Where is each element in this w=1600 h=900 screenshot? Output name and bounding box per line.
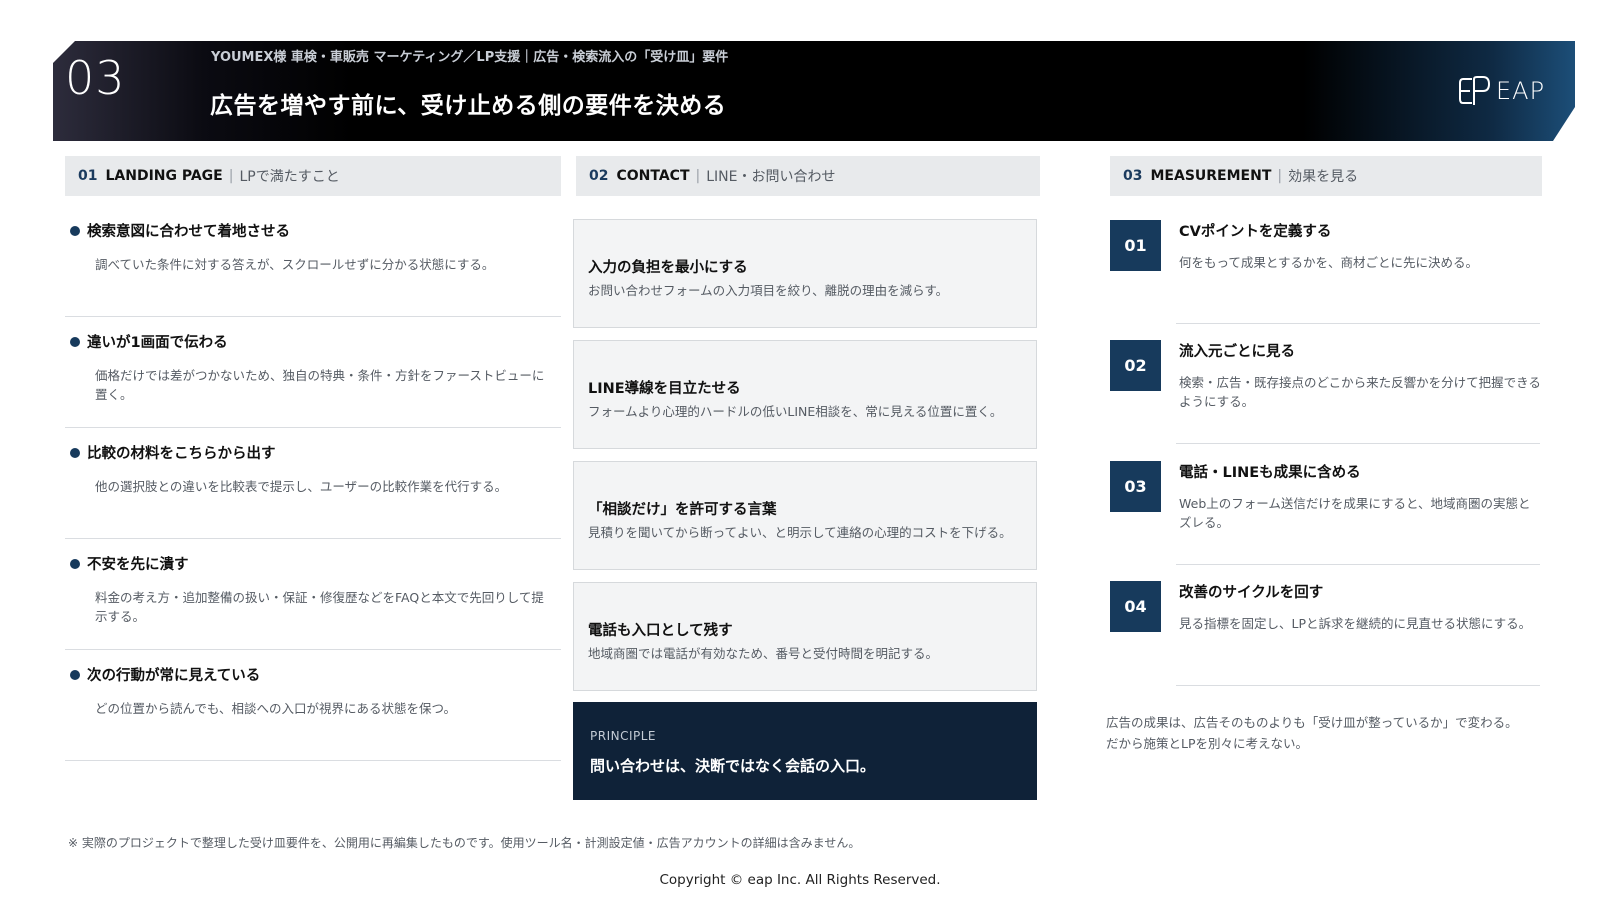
divider — [1176, 443, 1540, 444]
item-description: 見る指標を固定し、LPと訴求を継続的に見直せる状態にする。 — [1179, 616, 1532, 631]
column-separator: | — [228, 168, 234, 184]
item-title: 比較の材料をこちらから出す — [87, 446, 276, 462]
item-description: どの位置から読んでも、相談への入口が視界にある状態を保つ。 — [95, 701, 457, 716]
card-title: 電話も入口として残す — [588, 623, 733, 639]
item-description: 価格だけでは差がつかないため、独自の特典・条件・方針をファーストビューに置く。 — [95, 368, 545, 402]
column-name: LANDING PAGE — [105, 168, 223, 184]
card-title: 「相談だけ」を許可する言葉 — [588, 502, 777, 518]
bullet-icon — [70, 336, 80, 347]
column-subtitle: LPで満たすこと — [239, 169, 340, 185]
principle-label: PRINCIPLE — [590, 729, 657, 743]
column-separator: | — [695, 168, 701, 184]
step-badge: 01 — [1110, 220, 1161, 271]
column-header-measurement: 03 MEASUREMENT | 効果を見る — [1110, 156, 1542, 196]
measurement-note: 広告の成果は、広告そのものよりも「受け皿が整っているか」で変わる。 だから施策と… — [1106, 712, 1546, 754]
item-description: 料金の考え方・追加整備の扱い・保証・修復歴などをFAQと本文で先回りして提示する… — [95, 590, 544, 624]
column-subtitle: LINE・お問い合わせ — [706, 169, 836, 185]
card-title: LINE導線を目立たせる — [588, 381, 741, 397]
list-item: 検索意図に合わせて着地させる 調べていた条件に対する答えが、スクロールせずに分か… — [65, 207, 561, 317]
bullet-icon — [70, 447, 80, 458]
column-name: CONTACT — [616, 168, 690, 184]
card-description: 地域商圏では電話が有効なため、番号と受付時間を明記する。 — [588, 646, 939, 661]
item-title: 違いが1画面で伝わる — [87, 335, 228, 351]
measurement-item: 04 改善のサイクルを回す 見る指標を固定し、LPと訴求を継続的に見直せる状態に… — [1110, 581, 1541, 701]
item-title: 次の行動が常に見えている — [87, 668, 261, 684]
step-badge: 02 — [1110, 340, 1161, 391]
note-line: 広告の成果は、広告そのものよりも「受け皿が整っているか」で変わる。 — [1106, 715, 1518, 730]
step-badge: 04 — [1110, 581, 1161, 632]
column-name: MEASUREMENT — [1150, 168, 1272, 184]
item-title: 改善のサイクルを回す — [1179, 585, 1324, 601]
contact-card: 入力の負担を最小にする お問い合わせフォームの入力項目を絞り、離脱の理由を減らす… — [573, 219, 1037, 328]
item-title: 電話・LINEも成果に含める — [1179, 465, 1361, 481]
step-badge: 03 — [1110, 461, 1161, 512]
note-line: だから施策とLPを別々に考えない。 — [1106, 736, 1309, 751]
list-item: 不安を先に潰す 料金の考え方・追加整備の扱い・保証・修復歴などをFAQと本文で先… — [65, 540, 561, 650]
copyright: Copyright © eap Inc. All Rights Reserved… — [659, 872, 941, 888]
column-header-contact: 02 CONTACT | LINE・お問い合わせ — [576, 156, 1040, 196]
list-item: 次の行動が常に見えている どの位置から読んでも、相談への入口が視界にある状態を保… — [65, 651, 561, 761]
column-separator: | — [1277, 168, 1283, 184]
item-description: 調べていた条件に対する答えが、スクロールせずに分かる状態にする。 — [95, 257, 495, 272]
column-number: 03 — [1123, 168, 1143, 184]
measurement-item: 02 流入元ごとに見る 検索・広告・既存接点のどこから来た反響かを分けて把握でき… — [1110, 340, 1541, 460]
item-title: 不安を先に潰す — [87, 557, 189, 573]
item-description: 検索・広告・既存接点のどこから来た反響かを分けて把握できるようにする。 — [1179, 375, 1541, 409]
bullet-icon — [70, 669, 80, 680]
list-item: 比較の材料をこちらから出す 他の選択肢との違いを比較表で提示し、ユーザーの比較作… — [65, 429, 561, 539]
item-title: 検索意図に合わせて着地させる — [87, 224, 290, 240]
item-title: CVポイントを定義する — [1179, 224, 1332, 240]
item-title: 流入元ごとに見る — [1179, 344, 1295, 360]
bullet-icon — [70, 225, 80, 236]
item-description: 何をもって成果とするかを、商材ごとに先に決める。 — [1179, 255, 1479, 270]
list-item: 違いが1画面で伝わる 価格だけでは差がつかないため、独自の特典・条件・方針をファ… — [65, 318, 561, 428]
slide-header: 03 YOUMEX様 車検・車販売 マーケティング／LP支援｜広告・検索流入の「… — [53, 41, 1575, 141]
principle-message: 問い合わせは、決断ではなく会話の入口。 — [590, 757, 876, 775]
card-title: 入力の負担を最小にする — [588, 260, 748, 276]
eap-logo-icon — [1459, 76, 1491, 105]
column-number: 01 — [78, 168, 98, 184]
divider — [1176, 323, 1540, 324]
card-description: お問い合わせフォームの入力項目を絞り、離脱の理由を減らす。 — [588, 283, 949, 298]
bullet-icon — [70, 558, 80, 569]
column-number: 02 — [589, 168, 609, 184]
divider — [1176, 685, 1540, 686]
card-description: 見積りを聞いてから断ってよい、と明示して連絡の心理的コストを下げる。 — [588, 525, 1012, 540]
principle-box: PRINCIPLE 問い合わせは、決断ではなく会話の入口。 — [573, 702, 1037, 800]
eap-logo: EAP — [1458, 75, 1545, 107]
column-subtitle: 効果を見る — [1288, 169, 1359, 185]
card-description: フォームより心理的ハードルの低いLINE相談を、常に見える位置に置く。 — [588, 404, 1003, 419]
footnote: ※ 実際のプロジェクトで整理した受け皿要件を、公開用に再編集したものです。使用ツ… — [68, 836, 861, 850]
measurement-item: 03 電話・LINEも成果に含める Web上のフォーム送信だけを成果にすると、地… — [1110, 461, 1541, 581]
page-title: 広告を増やす前に、受け止める側の要件を決める — [210, 93, 727, 119]
section-number: 03 — [65, 51, 126, 105]
measurement-item: 01 CVポイントを定義する 何をもって成果とするかを、商材ごとに先に決める。 — [1110, 220, 1541, 340]
header-subtitle: YOUMEX様 車検・車販売 マーケティング／LP支援｜広告・検索流入の「受け皿… — [211, 50, 729, 65]
contact-card: 電話も入口として残す 地域商圏では電話が有効なため、番号と受付時間を明記する。 — [573, 582, 1037, 691]
item-description: Web上のフォーム送信だけを成果にすると、地域商圏の実態とズレる。 — [1179, 496, 1531, 530]
logo-text: EAP — [1496, 77, 1546, 105]
item-description: 他の選択肢との違いを比較表で提示し、ユーザーの比較作業を代行する。 — [95, 479, 508, 494]
contact-card: 「相談だけ」を許可する言葉 見積りを聞いてから断ってよい、と明示して連絡の心理的… — [573, 461, 1037, 570]
column-header-landing-page: 01 LANDING PAGE | LPで満たすこと — [65, 156, 561, 196]
contact-card: LINE導線を目立たせる フォームより心理的ハードルの低いLINE相談を、常に見… — [573, 340, 1037, 449]
divider — [1176, 564, 1540, 565]
